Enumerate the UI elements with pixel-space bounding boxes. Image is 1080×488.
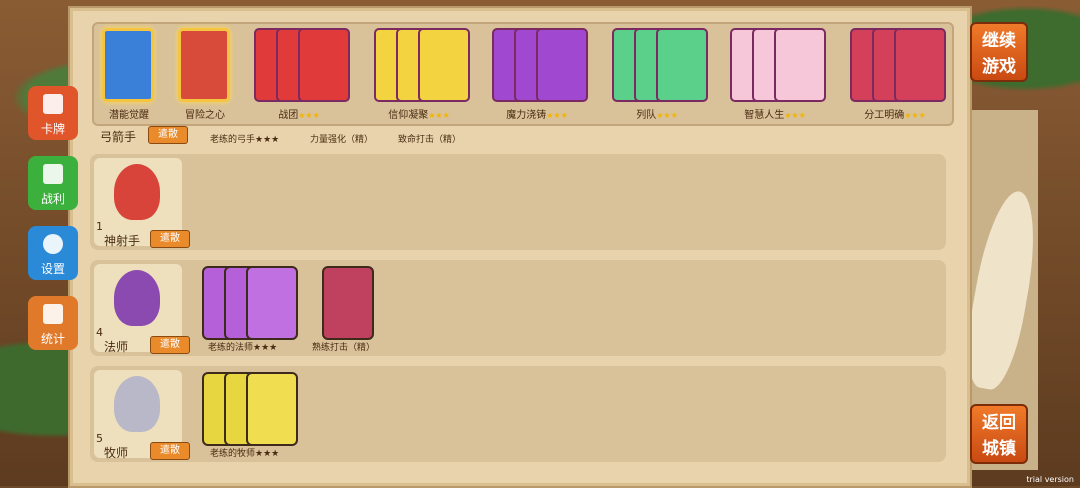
class-name: 弓箭手 <box>100 130 137 144</box>
deck-card[interactable] <box>774 28 826 102</box>
deck-card[interactable] <box>536 28 588 102</box>
card-stars: ★★★ <box>656 111 678 120</box>
class-name: 牧师 <box>104 446 129 460</box>
card-name: 分工明确 <box>864 110 905 121</box>
card-name: 信仰凝聚 <box>388 110 429 121</box>
card-label: 老练的弓手★★★ <box>210 135 280 145</box>
return-town-button[interactable]: 返回 城镇 <box>970 404 1028 464</box>
cards-icon <box>43 94 63 114</box>
card-name: 潜能觉醒 <box>109 110 149 121</box>
button-line: 游戏 <box>982 57 1016 77</box>
card-name: 列队 <box>636 110 657 121</box>
card-stars: ★★★ <box>546 111 568 120</box>
deck-card[interactable] <box>894 28 946 102</box>
hero-row-marksman: 1 神射手 遣散 <box>90 154 946 250</box>
card-stars: ★★★ <box>298 111 320 120</box>
card-label: 老练的牧师★★★ <box>210 449 280 459</box>
hero-avatar <box>114 376 160 432</box>
tab-label: 设置 <box>40 262 65 276</box>
deck-bar: 潜能觉醒 冒险之心 战团★★★ 信仰凝聚★★★ 魔力浇铸★★★ 列队★★★ 智慧人生★★★ 分… <box>92 22 954 126</box>
hero-row-mage: 4 法师 遣散 老练的法师★★★ 熟练打击（精） <box>90 260 946 356</box>
button-line: 返回 <box>982 413 1016 433</box>
hero-portrait[interactable]: 5 牧师 遣散 <box>94 370 190 460</box>
button-line: 城镇 <box>982 439 1016 459</box>
side-tab-loot[interactable]: 战利 <box>28 156 78 210</box>
card-stars: ★★★ <box>428 111 450 120</box>
hero-count: 5 <box>96 432 103 445</box>
hero-row-priest: 5 牧师 遣散 老练的牧师★★★ <box>90 366 946 462</box>
card-name: 战团 <box>278 110 299 121</box>
hero-avatar <box>114 164 160 220</box>
deck-card-label: 信仰凝聚★★★ <box>364 106 474 121</box>
deck-card-label: 魔力浇铸★★★ <box>482 106 592 121</box>
gear-icon <box>43 234 63 254</box>
dismiss-button[interactable]: 遣散 <box>150 442 190 460</box>
card-label: 致命打击（精） <box>398 135 462 145</box>
deck-card-label: 战团★★★ <box>244 106 354 121</box>
deck-card-label: 列队★★★ <box>602 106 712 121</box>
dismiss-button[interactable]: 遣散 <box>148 126 188 144</box>
hero-count: 4 <box>96 326 103 339</box>
dismiss-button[interactable]: 遣散 <box>150 336 190 354</box>
hero-portrait[interactable]: 4 法师 遣散 <box>94 264 190 354</box>
card-name: 冒险之心 <box>185 110 225 121</box>
tab-label: 卡牌 <box>40 122 65 136</box>
card-stars: ★★★ <box>904 111 926 120</box>
trial-watermark: trial version <box>1026 475 1074 484</box>
card-label: 熟练打击（精） <box>312 343 376 353</box>
side-tab-cards[interactable]: 卡牌 <box>28 86 78 140</box>
card-label: 老练的法师★★★ <box>208 343 278 353</box>
class-name: 神射手 <box>104 234 141 248</box>
hero-portrait[interactable]: 1 神射手 遣散 <box>94 158 190 248</box>
class-name: 法师 <box>104 340 129 354</box>
card-stars: ★★★ <box>784 111 806 120</box>
archer-row: 弓箭手 遣散 老练的弓手★★★ 力量强化（精） 致命打击（精） <box>92 122 950 148</box>
deck-card[interactable] <box>656 28 708 102</box>
hero-count: 1 <box>96 220 103 233</box>
deck-card[interactable] <box>178 28 230 102</box>
button-line: 继续 <box>982 31 1016 51</box>
chest-icon <box>43 164 63 184</box>
deck-card[interactable] <box>298 28 350 102</box>
side-tab-stats[interactable]: 统计 <box>28 296 78 350</box>
side-tab-settings[interactable]: 设置 <box>28 226 78 280</box>
card-name: 智慧人生 <box>744 110 785 121</box>
deck-card[interactable] <box>102 28 154 102</box>
hero-avatar <box>114 270 160 326</box>
deck-card[interactable] <box>418 28 470 102</box>
card-name: 魔力浇铸 <box>506 110 547 121</box>
tab-label: 统计 <box>40 332 65 346</box>
deck-card-label: 智慧人生★★★ <box>720 106 830 121</box>
priest-card[interactable] <box>246 372 298 446</box>
strike-card[interactable] <box>322 266 374 340</box>
dismiss-button[interactable]: 遣散 <box>150 230 190 248</box>
mage-card[interactable] <box>246 266 298 340</box>
deck-card-label: 分工明确★★★ <box>840 106 950 121</box>
card-label: 力量强化（精） <box>310 135 374 145</box>
bar-chart-icon <box>43 304 63 324</box>
continue-game-button[interactable]: 继续 游戏 <box>970 22 1028 82</box>
tab-label: 战利 <box>40 192 65 206</box>
